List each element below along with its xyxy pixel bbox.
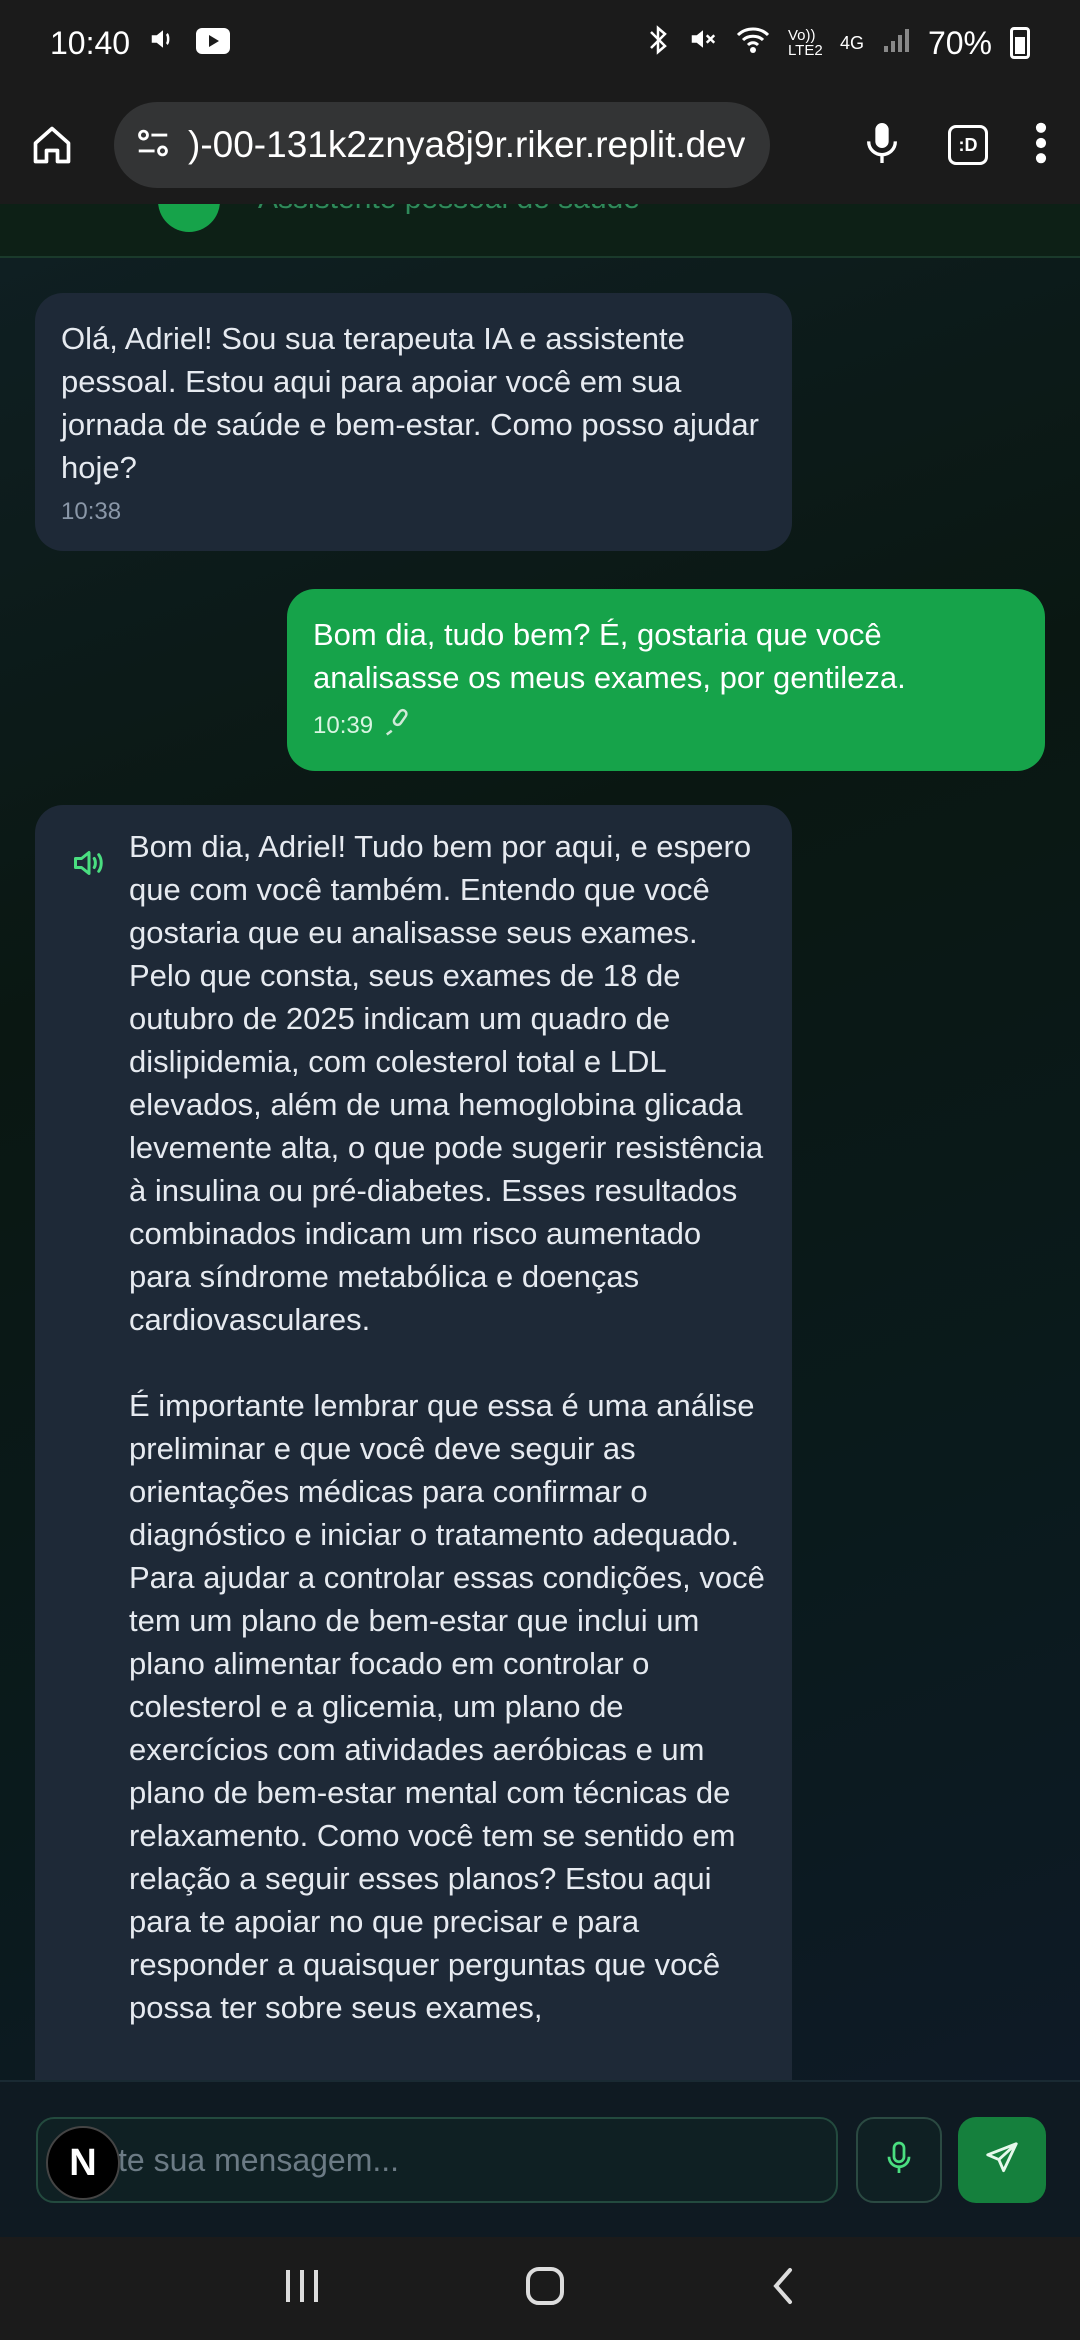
menu-dots-icon[interactable] (1034, 121, 1048, 170)
message-paragraph: Bom dia, Adriel! Tudo bem por aqui, e es… (129, 829, 764, 1337)
browser-toolbar: )-00-131k2znya8j9r.riker.replit.dev :D (0, 86, 1080, 204)
status-time: 10:40 (50, 24, 131, 61)
message-time: 10:38 (61, 498, 122, 525)
user-message: Bom dia, tudo bem? É, gostaria que você … (287, 589, 1045, 771)
wifi-icon (736, 25, 770, 62)
voice-search-icon[interactable] (862, 119, 902, 172)
message-text: Olá, Adriel! Sou sua terapeuta IA e assi… (61, 321, 759, 485)
header-subtitle: Assistente pessoal de saúde (258, 204, 640, 216)
message-time: 10:39 (313, 712, 374, 739)
bluetooth-icon (646, 24, 670, 63)
battery-icon (1010, 27, 1030, 59)
chat-messages[interactable]: Olá, Adriel! Sou sua terapeuta IA e assi… (0, 258, 1080, 2080)
n-badge[interactable]: N (46, 2126, 120, 2200)
status-bar: 10:40 Vo)) LTE2 4G 70% (0, 0, 1080, 86)
tab-switcher-button[interactable]: :D (948, 125, 988, 165)
home-icon[interactable] (24, 117, 80, 173)
signal-icon (882, 25, 910, 62)
home-button-icon[interactable] (525, 2266, 565, 2311)
back-icon[interactable] (768, 2266, 798, 2311)
youtube-icon (196, 25, 231, 62)
microphone-icon (383, 707, 413, 745)
address-bar[interactable]: )-00-131k2znya8j9r.riker.replit.dev (114, 102, 770, 188)
send-icon (983, 2139, 1021, 2182)
url-text: )-00-131k2znya8j9r.riker.replit.dev (188, 124, 746, 165)
network-label: Vo)) LTE2 (787, 27, 823, 59)
assistant-avatar (158, 204, 220, 232)
volume-icon (148, 24, 178, 62)
send-button[interactable] (958, 2117, 1046, 2203)
recent-apps-icon[interactable] (282, 2268, 322, 2309)
mute-icon (688, 24, 718, 62)
message-input-placeholder: te sua mensagem... (118, 2141, 400, 2178)
speaker-icon[interactable] (71, 845, 107, 892)
voice-input-button[interactable] (856, 2117, 942, 2203)
battery-percent: 70% (927, 24, 992, 61)
message-text: Bom dia, tudo bem? É, gostaria que você … (313, 617, 906, 695)
site-settings-icon[interactable] (134, 124, 172, 167)
message-input[interactable]: te sua mensagem... (36, 2117, 838, 2203)
assistant-message: Olá, Adriel! Sou sua terapeuta IA e assi… (35, 293, 792, 551)
app-header: Assistente pessoal de saúde (0, 204, 1080, 258)
assistant-message: Bom dia, Adriel! Tudo bem por aqui, e es… (35, 805, 792, 2080)
message-paragraph: É importante lembrar que essa é uma anál… (129, 1388, 765, 2025)
tab-switcher-label: :D (958, 134, 978, 155)
system-navigation-bar (0, 2237, 1080, 2340)
message-composer: te sua mensagem... N (0, 2080, 1080, 2237)
signal-type-label: 4G (839, 32, 864, 53)
microphone-icon (884, 2140, 914, 2181)
